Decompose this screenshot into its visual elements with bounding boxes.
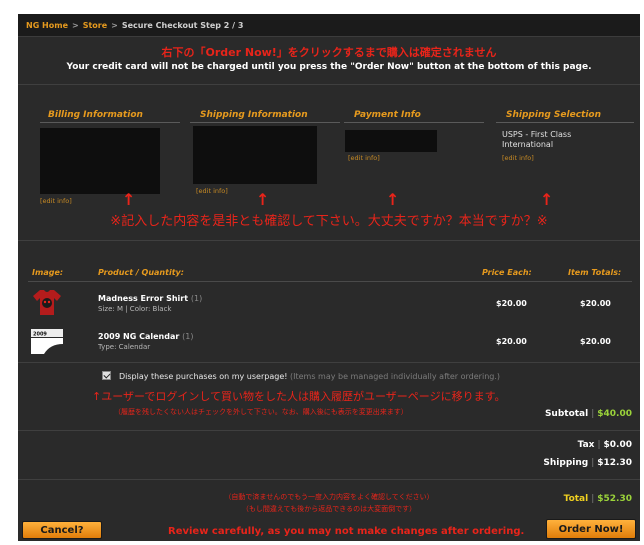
- arrow-up-icon: ↑: [122, 190, 136, 209]
- userpage-label-text: Display these purchases on my userpage!: [119, 372, 288, 381]
- col-header-product: Product / Quantity:: [98, 268, 184, 277]
- item-total: $20.00: [580, 299, 611, 308]
- arrow-up-icon: ↑: [256, 190, 270, 209]
- shirt-thumbnail-icon: [33, 290, 61, 315]
- divider: [18, 84, 640, 85]
- breadcrumb-separator: >: [72, 21, 79, 30]
- display-on-userpage-label[interactable]: Display these purchases on my userpage! …: [119, 372, 500, 381]
- shipping-selection-edit-link[interactable]: [edit info]: [502, 154, 534, 162]
- subtotal-label: Subtotal: [544, 409, 589, 419]
- review-warning: Review carefully, as you may not make ch…: [168, 526, 525, 537]
- shipping-selection-value: USPS - First Class International: [502, 130, 572, 149]
- col-header-total: Item Totals:: [568, 268, 622, 277]
- shipping-edit-link[interactable]: [edit info]: [196, 187, 228, 195]
- arrow-up-icon: ↑: [386, 190, 400, 209]
- checkout-panel: NG Home > Store > Secure Checkout Step 2 / 3…: [18, 14, 640, 541]
- shipping-label: Shipping: [543, 458, 589, 468]
- shipping-row: Shipping | $12.30: [543, 458, 632, 468]
- total-separator: |: [591, 494, 595, 504]
- userpage-note: (Items may be managed individually after…: [290, 372, 501, 381]
- product-quantity: (1): [190, 294, 203, 303]
- tax-label: Tax: [577, 440, 595, 450]
- product-name[interactable]: 2009 NG Calendar (1): [98, 332, 193, 341]
- product-meta: Type: Calendar: [98, 343, 151, 351]
- price-each: $20.00: [496, 337, 527, 346]
- payment-info-redacted: [345, 130, 437, 152]
- svg-text:2009: 2009: [33, 332, 47, 338]
- product-title: 2009 NG Calendar: [98, 332, 180, 341]
- subtotal-value: $40.00: [597, 409, 632, 419]
- payment-edit-link[interactable]: [edit info]: [348, 154, 380, 162]
- item-total: $20.00: [580, 337, 611, 346]
- total-row: Total | $52.30: [564, 494, 632, 504]
- divider: [18, 240, 640, 241]
- jp-order-notice: 右下の「Order Now!」をクリックするまで購入は確定されません: [161, 46, 497, 59]
- divider: [190, 122, 340, 123]
- product-name[interactable]: Madness Error Shirt (1): [98, 294, 202, 303]
- display-on-userpage-checkbox[interactable]: [102, 371, 111, 380]
- product-meta: Size: M | Color: Black: [98, 305, 172, 313]
- total-value: $52.30: [597, 494, 632, 504]
- charge-notice: Your credit card will not be charged unt…: [66, 62, 592, 72]
- billing-edit-link[interactable]: [edit info]: [40, 197, 72, 205]
- billing-info-redacted: [40, 128, 160, 194]
- total-separator: |: [591, 409, 595, 419]
- subtotal-row: Subtotal | $40.00: [545, 409, 632, 419]
- product-title: Madness Error Shirt: [98, 294, 189, 303]
- jp-userpage-notice: ↑ユーザーでログインして買い物をした人は購入履歴がユーザーページに移ります。: [92, 390, 506, 403]
- cancel-button[interactable]: Cancel?: [22, 521, 102, 539]
- tax-row: Tax | $0.00: [578, 440, 632, 450]
- calendar-thumbnail-icon: 2009: [31, 329, 63, 354]
- jp-confirm-notice: ※記入した内容を是非とも確認して下さい。大丈夫ですか？本当ですか？※: [110, 214, 548, 229]
- divider: [28, 281, 632, 282]
- shipping-info-title: Shipping Information: [200, 110, 308, 120]
- divider: [18, 362, 640, 363]
- breadcrumb-separator: >: [111, 21, 118, 30]
- price-each: $20.00: [496, 299, 527, 308]
- jp-userpage-subnotice: （履歴を残したくない人はチェックを外して下さい。なお、購入後にも表示を変更出来ま…: [114, 408, 408, 416]
- tax-value: $0.00: [603, 440, 632, 450]
- divider: [18, 430, 640, 431]
- shipping-selection-title: Shipping Selection: [506, 110, 602, 120]
- order-now-button[interactable]: Order Now!: [546, 519, 636, 539]
- shipping-value: $12.30: [597, 458, 632, 468]
- breadcrumb-store-link[interactable]: Store: [83, 21, 107, 30]
- billing-info-title: Billing Information: [48, 110, 143, 120]
- arrow-up-icon: ↑: [540, 190, 554, 209]
- divider: [496, 122, 634, 123]
- payment-info-title: Payment Info: [354, 110, 421, 120]
- shipping-info-redacted: [193, 126, 317, 184]
- total-separator: |: [591, 458, 595, 468]
- col-header-price: Price Each:: [482, 268, 532, 277]
- total-label: Total: [563, 494, 589, 504]
- col-header-image: Image:: [32, 268, 64, 277]
- total-separator: |: [597, 440, 601, 450]
- divider: [40, 122, 180, 123]
- jp-bottom-notice-1: （自動で済ませんのでもう一度入力内容をよく確認してください）: [224, 493, 434, 501]
- breadcrumb: NG Home > Store > Secure Checkout Step 2 / 3: [18, 14, 640, 37]
- divider: [18, 479, 640, 480]
- jp-bottom-notice-2: （もし間違えても後から返品できるのは大変面倒です）: [241, 505, 417, 513]
- breadcrumb-home-link[interactable]: NG Home: [26, 21, 68, 30]
- divider: [344, 122, 484, 123]
- breadcrumb-current: Secure Checkout Step 2 / 3: [121, 21, 244, 30]
- product-quantity: (1): [182, 332, 194, 341]
